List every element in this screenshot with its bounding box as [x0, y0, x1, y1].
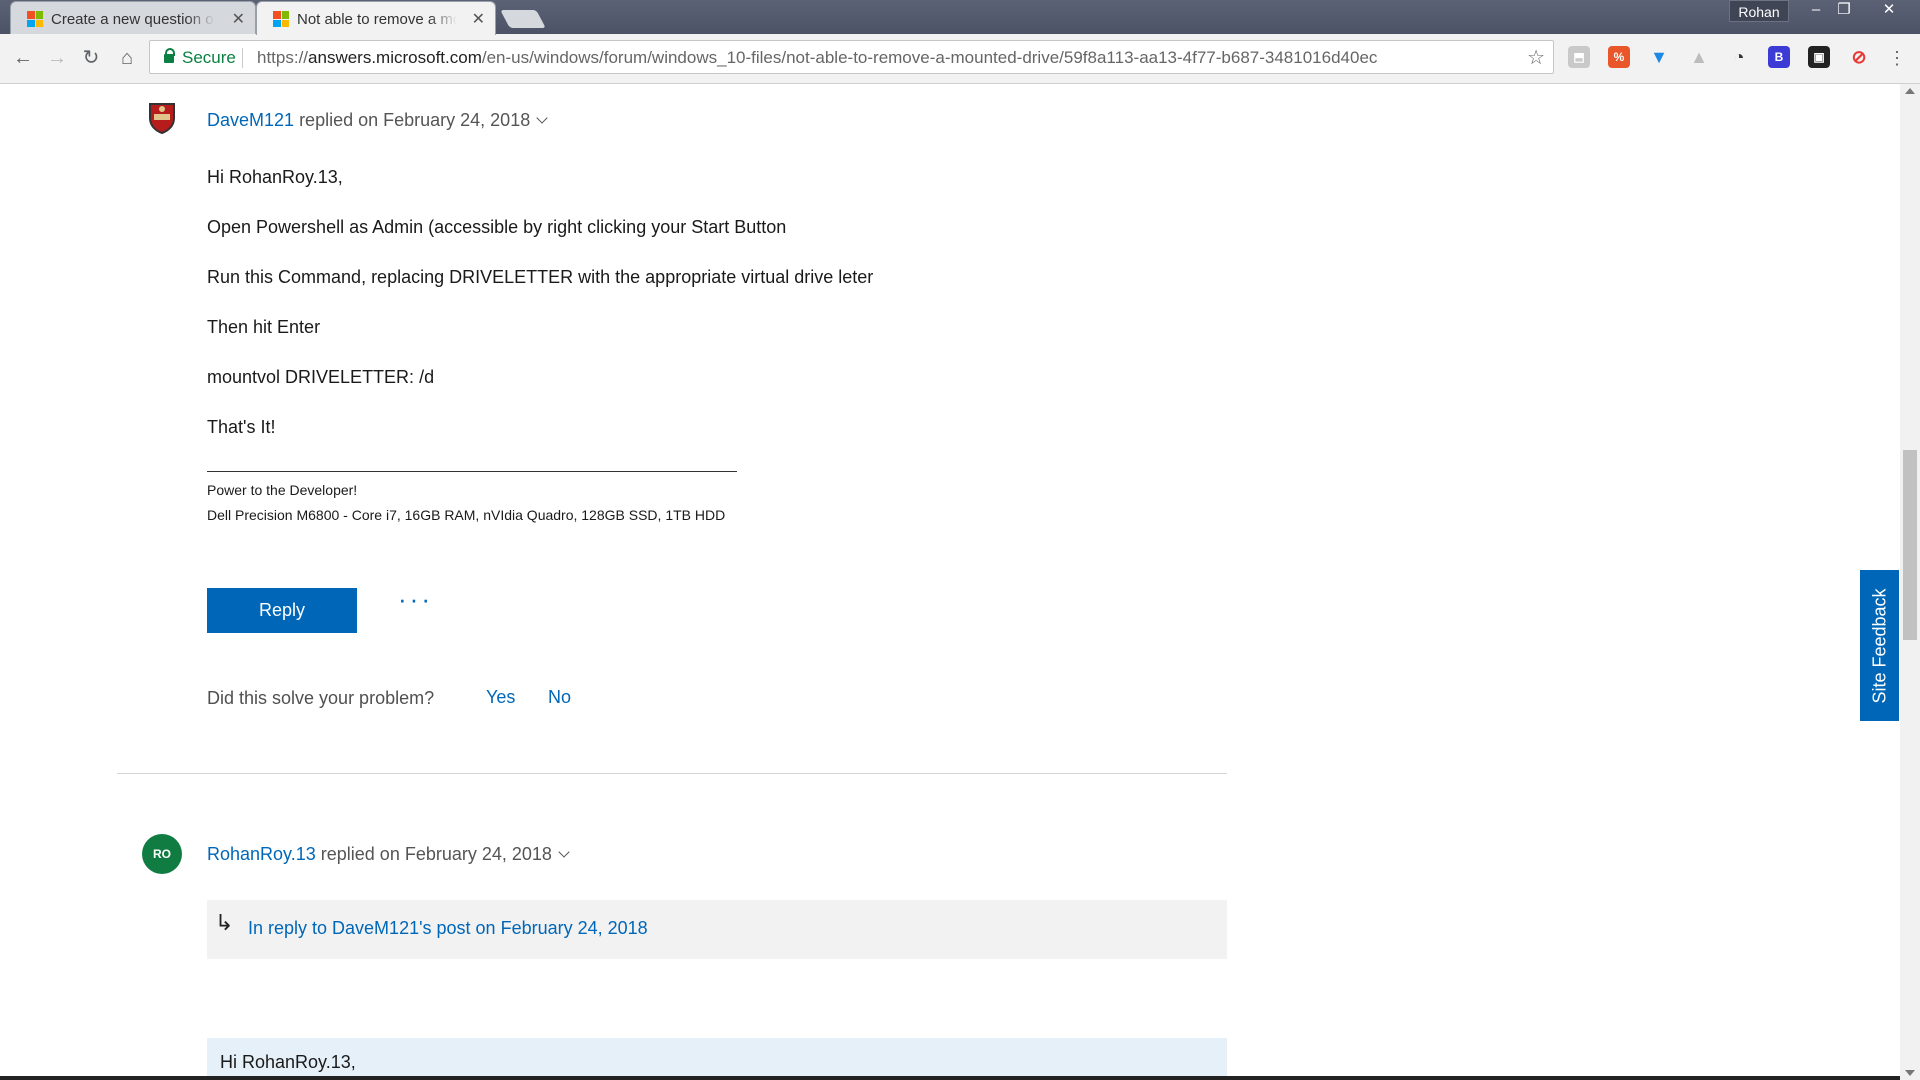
post-body-line: Open Powershell as Admin (accessible by … — [207, 217, 787, 237]
in-reply-to-box[interactable]: ↳ In reply to DaveM121's post on Februar… — [207, 900, 1227, 959]
profile-button[interactable]: Rohan — [1729, 0, 1789, 22]
chevron-down-icon[interactable] — [536, 112, 548, 124]
back-icon[interactable]: ← — [9, 44, 37, 72]
secure-indicator[interactable]: Secure — [164, 48, 236, 68]
home-icon[interactable]: ⌂ — [113, 44, 141, 72]
signature-line: Dell Precision M6800 - Core i7, 16GB RAM… — [207, 507, 726, 523]
tab-title: Not able to remove a mounted drive — [297, 11, 457, 28]
microsoft-logo-icon — [27, 11, 43, 27]
close-window-icon[interactable]: ✕ — [1872, 0, 1906, 22]
tab-create-question[interactable]: Create a new question or start a discuss… — [10, 1, 256, 35]
shield-extension-icon[interactable]: ▼ — [1648, 46, 1670, 68]
replied-date: replied on February 24, 2018 — [320, 844, 552, 864]
taskbar-edge — [0, 1076, 1900, 1080]
lock-extension-icon[interactable]: ▣ — [1808, 46, 1830, 68]
browser-toolbar: ← → ↻ ⌂ Secure https://answers.microsoft… — [0, 34, 1920, 84]
b-extension-icon[interactable]: B — [1768, 46, 1790, 68]
signature-line: Power to the Developer! — [207, 482, 358, 498]
author-link[interactable]: RohanRoy.13 — [207, 844, 316, 864]
quoted-post: Hi RohanRoy.13, — [207, 1038, 1227, 1080]
speed-extension-icon[interactable]: ◔ — [1728, 46, 1750, 68]
tab-title: Create a new question or start a discuss… — [51, 11, 215, 28]
post-body-line: Then hit Enter — [207, 317, 321, 337]
drive-extension-icon[interactable]: ▲ — [1688, 46, 1710, 68]
chevron-down-icon[interactable] — [558, 846, 570, 858]
site-feedback-label: Site Feedback — [1869, 587, 1889, 704]
avatar[interactable]: RO — [142, 834, 182, 874]
restore-icon[interactable]: ❐ — [1827, 0, 1861, 22]
arsenal-crest-avatar[interactable] — [148, 102, 176, 134]
bookmark-star-icon[interactable]: ☆ — [1527, 45, 1545, 70]
scroll-down-icon[interactable] — [1905, 1070, 1915, 1076]
forward-icon[interactable]: → — [43, 44, 71, 72]
post-body-line: Hi RohanRoy.13, — [207, 167, 343, 187]
page-content: DaveM121 replied on February 24, 2018 Hi… — [0, 84, 1900, 1080]
author-link[interactable]: DaveM121 — [207, 110, 294, 130]
post-header: DaveM121 replied on February 24, 2018 — [207, 110, 548, 131]
translate-extension-icon[interactable]: % — [1608, 46, 1630, 68]
post-body-line: That's It! — [207, 417, 276, 437]
page-scrollbar[interactable] — [1900, 84, 1920, 1080]
post-body-line: mountvol DRIVELETTER: /d — [207, 367, 435, 387]
solve-question: Did this solve your problem? — [207, 688, 435, 708]
microsoft-logo-icon — [273, 11, 289, 27]
scroll-thumb[interactable] — [1903, 450, 1917, 640]
reload-icon[interactable]: ↻ — [77, 44, 105, 72]
reply-button[interactable]: Reply — [207, 588, 357, 633]
close-icon[interactable]: ✕ — [472, 9, 485, 29]
address-bar[interactable]: Secure https://answers.microsoft.com/en-… — [149, 40, 1554, 74]
site-feedback-button[interactable]: Site Feedback — [1860, 570, 1899, 721]
post-body-line: Run this Command, replacing DRIVELETTER … — [207, 267, 874, 287]
post-divider — [117, 773, 1227, 774]
url-scheme: https:// — [257, 48, 309, 67]
new-tab-button[interactable] — [500, 10, 546, 28]
no-button[interactable]: No — [548, 687, 571, 708]
in-reply-to-link[interactable]: In reply to DaveM121's post on February … — [248, 918, 648, 939]
lock-icon — [164, 48, 175, 63]
secure-label: Secure — [182, 48, 236, 67]
url-path: /en-us/windows/forum/windows_10-files/no… — [481, 48, 1378, 67]
post-header: RohanRoy.13 replied on February 24, 2018 — [207, 844, 570, 865]
reply-arrow-icon: ↳ — [215, 910, 234, 935]
url-host: answers.microsoft.com — [308, 48, 482, 67]
menu-kebab-icon[interactable]: ⋮ — [1883, 44, 1911, 72]
divider — [242, 48, 243, 68]
url-text[interactable]: https://answers.microsoft.com/en-us/wind… — [257, 48, 1377, 68]
browser-titlebar: Create a new question or start a discuss… — [0, 0, 1920, 35]
pdf-extension-icon[interactable]: ⬒ — [1568, 46, 1590, 68]
tab-not-able-to-remove[interactable]: Not able to remove a mounted drive ✕ — [256, 1, 496, 35]
quoted-text: Hi RohanRoy.13, — [220, 1052, 356, 1072]
scroll-up-icon[interactable] — [1905, 88, 1915, 94]
close-icon[interactable]: ✕ — [232, 9, 245, 29]
block-extension-icon[interactable]: ⊘ — [1848, 46, 1870, 68]
yes-button[interactable]: Yes — [486, 687, 515, 708]
signature-divider — [207, 471, 737, 472]
more-options-button[interactable]: ··· — [398, 586, 433, 612]
replied-date: replied on February 24, 2018 — [299, 110, 531, 130]
